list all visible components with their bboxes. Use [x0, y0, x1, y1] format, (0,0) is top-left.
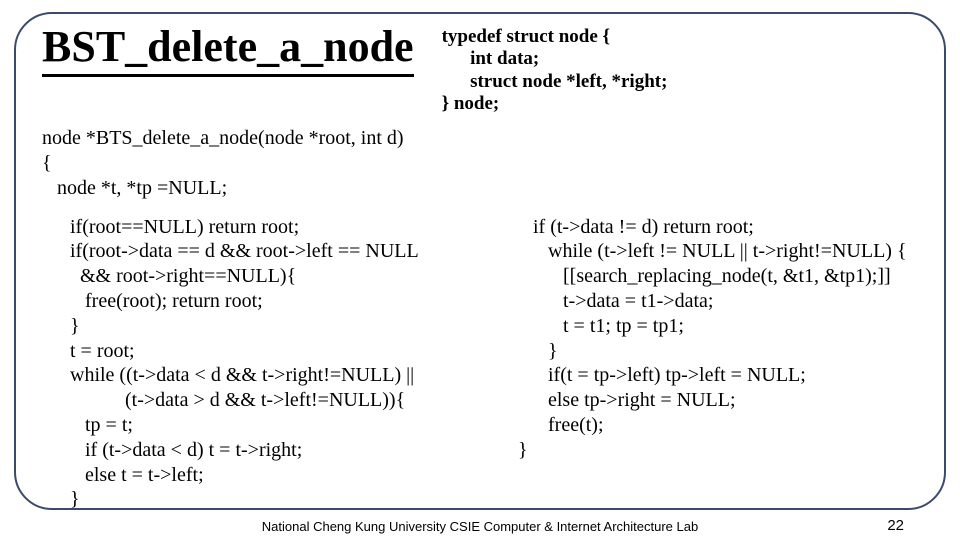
page-number: 22: [887, 517, 904, 534]
code-columns: if(root==NULL) return root; if(root->dat…: [42, 215, 922, 513]
slide-frame: BST_delete_a_node typedef struct node { …: [14, 12, 946, 510]
header-row: BST_delete_a_node typedef struct node { …: [42, 24, 922, 116]
function-signature: node *BTS_delete_a_node(node *root, int …: [42, 126, 922, 201]
code-left-column: if(root==NULL) return root; if(root->dat…: [42, 215, 502, 513]
code-right-column: if (t->data != d) return root; while (t-…: [518, 215, 922, 513]
typedef-block: typedef struct node { int data; struct n…: [442, 26, 668, 116]
slide-title: BST_delete_a_node: [42, 24, 414, 77]
footer-text: National Cheng Kung University CSIE Comp…: [0, 519, 960, 534]
